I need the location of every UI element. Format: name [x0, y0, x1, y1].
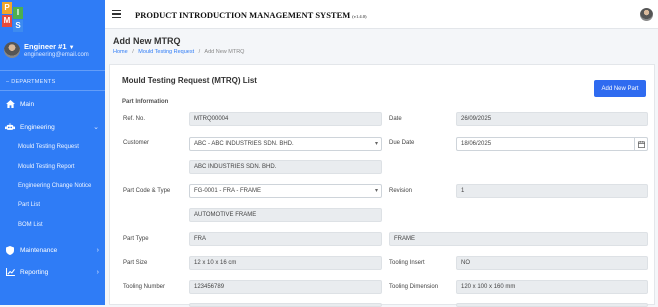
sidebar-item-reporting[interactable]: Reporting › — [0, 265, 105, 279]
calendar-icon[interactable] — [634, 138, 647, 150]
next-row-field — [189, 303, 382, 307]
menu-toggle-icon[interactable] — [112, 10, 121, 19]
sidebar-divider — [0, 90, 105, 91]
part-type-code-field: FRA — [189, 232, 382, 246]
ref-no-label: Ref. No. — [123, 116, 146, 122]
part-type-label: Part Type — [123, 236, 149, 242]
sidebar-item-label: Main — [20, 100, 35, 108]
date-label: Date — [389, 116, 402, 122]
sidebar-subitem-engineering-change-notice[interactable]: Engineering Change Notice — [18, 183, 91, 189]
part-code-select-value: FG-0001 - FRA - FRAME — [194, 188, 262, 194]
sidebar-item-main[interactable]: Main — [0, 97, 105, 111]
part-size-field: 12 x 10 x 16 cm — [189, 256, 382, 270]
due-date-value: 18/06/2025 — [461, 141, 492, 147]
tooling-number-label: Tooling Number — [123, 284, 166, 290]
part-type-name-field: FRAME — [389, 232, 648, 246]
system-title: PRODUCT INTRODUCTION MANAGEMENT SYSTEM (v… — [135, 10, 367, 20]
add-new-part-button[interactable]: Add New Part — [594, 80, 646, 97]
chevron-down-icon[interactable]: ⌄ — [93, 123, 99, 131]
sidebar-item-label: Engineering — [20, 123, 55, 131]
user-email: engineering@email.com — [24, 52, 89, 58]
breadcrumb-home[interactable]: Home — [113, 49, 128, 55]
home-icon — [5, 99, 15, 109]
customer-select[interactable]: ABC - ABC INDUSTRIES SDN. BHD. ▾ — [189, 137, 382, 151]
due-date-input[interactable]: 18/06/2025 — [456, 137, 648, 151]
part-code-select[interactable]: FG-0001 - FRA - FRAME ▾ — [189, 184, 382, 198]
sidebar-item-engineering[interactable]: Engineering ⌄ — [0, 120, 105, 134]
top-navbar: PRODUCT INTRODUCTION MANAGEMENT SYSTEM (v… — [105, 0, 658, 29]
logo-letter-s: S — [13, 20, 23, 32]
shield-icon — [5, 245, 15, 255]
section-heading: Part Information — [122, 99, 169, 105]
customer-label: Customer — [123, 140, 150, 146]
tooling-dimension-field: 120 x 100 x 160 mm — [456, 280, 648, 294]
customer-select-value: ABC - ABC INDUSTRIES SDN. BHD. — [194, 141, 294, 147]
user-name-row[interactable]: Engineer #1 ▼ — [24, 42, 75, 51]
avatar[interactable] — [4, 42, 20, 58]
mtrq-form-card: Mould Testing Request (MTRQ) List Add Ne… — [109, 64, 655, 307]
line-chart-icon — [5, 267, 15, 277]
breadcrumb-separator: / — [198, 49, 201, 55]
chevron-down-icon[interactable]: ▼ — [69, 45, 75, 51]
due-date-label: Due Date — [389, 140, 415, 146]
robot-icon — [5, 122, 15, 132]
page-title: Add New MTRQ — [113, 36, 181, 46]
tooling-insert-field: NO — [456, 256, 648, 270]
departments-label: DEPARTMENTS — [11, 79, 56, 85]
logo-letter-m: M — [2, 15, 12, 27]
revision-label: Revision — [389, 188, 413, 194]
sidebar-item-label: Maintenance — [20, 246, 58, 254]
dropdown-caret-icon: ▾ — [374, 141, 378, 147]
breadcrumb-current: Add New MTRQ — [204, 49, 245, 55]
pims-logo[interactable]: P I M S — [2, 2, 24, 32]
sidebar-divider — [0, 70, 105, 71]
sidebar-item-label: Reporting — [20, 268, 49, 276]
logo-letter-i: I — [13, 7, 23, 19]
revision-field: 1 — [456, 184, 648, 198]
user-name: Engineer #1 — [24, 42, 67, 51]
logo-letter-p: P — [2, 2, 12, 14]
customer-name-field: ABC INDUSTRIES SDN. BHD. — [189, 160, 382, 174]
sidebar-item-maintenance[interactable]: Maintenance › — [0, 243, 105, 257]
version-label: (v1.4.0) — [352, 14, 367, 19]
part-name-field: AUTOMOTIVE FRAME — [189, 208, 382, 222]
system-title-text: PRODUCT INTRODUCTION MANAGEMENT SYSTEM — [135, 10, 351, 20]
sidebar-subitem-bom-list[interactable]: BOM List — [18, 222, 43, 228]
sidebar-subitem-part-list[interactable]: Part List — [18, 202, 40, 208]
sidebar-subitem-mould-testing-request[interactable]: Mould Testing Request — [18, 144, 79, 150]
card-title: Mould Testing Request (MTRQ) List — [122, 76, 257, 85]
chevron-right-icon[interactable]: › — [97, 247, 99, 254]
departments-heading: – DEPARTMENTS — [6, 79, 56, 85]
breadcrumb-separator: / — [132, 49, 134, 55]
next-row-field — [456, 303, 648, 307]
chevron-right-icon[interactable]: › — [97, 269, 99, 276]
sidebar-subitem-mould-testing-report[interactable]: Mould Testing Report — [18, 164, 75, 170]
tooling-dimension-label: Tooling Dimension — [389, 284, 439, 290]
avatar[interactable] — [640, 8, 653, 21]
breadcrumb: Home / Mould Testing Request / Add New M… — [113, 49, 244, 55]
part-size-label: Part Size — [123, 260, 148, 266]
tooling-number-field: 123456789 — [189, 280, 382, 294]
page-header: Add New MTRQ — [113, 36, 181, 46]
ref-no-field: MTRQ00004 — [189, 112, 382, 126]
sidebar: P I M S Engineer #1 ▼ engineering@email.… — [0, 0, 105, 305]
dropdown-caret-icon: ▾ — [374, 188, 378, 194]
breadcrumb-mould-testing-request[interactable]: Mould Testing Request — [138, 49, 194, 55]
tooling-insert-label: Tooling Insert — [389, 260, 425, 266]
part-code-type-label: Part Code & Type — [123, 188, 171, 194]
date-field: 26/09/2025 — [456, 112, 648, 126]
